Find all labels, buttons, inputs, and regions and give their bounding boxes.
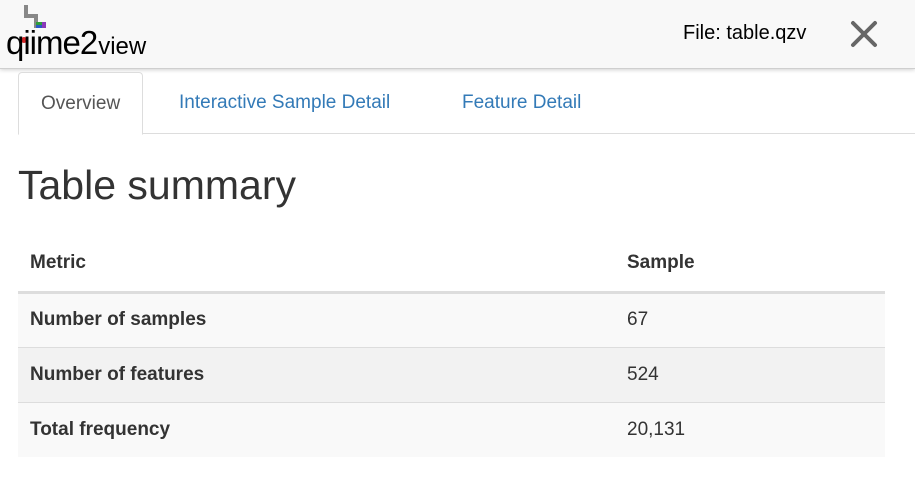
value-cell: 524 xyxy=(615,346,885,402)
tab-feature-detail[interactable]: Feature Detail xyxy=(462,72,581,134)
tab-bar: Overview Interactive Sample Detail Featu… xyxy=(18,72,915,135)
qiime2-view-logo[interactable]: qiime2view xyxy=(6,4,206,64)
table-header-row: Metric Sample xyxy=(18,236,885,294)
tab-overview[interactable]: Overview xyxy=(18,72,144,135)
close-button[interactable] xyxy=(848,18,880,50)
metric-cell: Number of samples xyxy=(18,291,615,347)
logo-view-text: view xyxy=(98,33,147,60)
close-icon xyxy=(851,21,877,47)
tab-interactive-sample-detail[interactable]: Interactive Sample Detail xyxy=(179,72,390,134)
logo-wordmark: qiime2view xyxy=(6,26,146,59)
column-header-metric: Metric xyxy=(18,236,615,294)
column-header-sample: Sample xyxy=(615,236,885,294)
top-header: qiime2view File: table.qzv xyxy=(0,0,915,69)
value-cell: 67 xyxy=(615,291,885,347)
file-name-label: File: table.qzv xyxy=(683,22,807,44)
table-row: Number of samples 67 xyxy=(18,291,885,347)
metric-cell: Number of features xyxy=(18,346,615,402)
page-title: Table summary xyxy=(18,162,296,208)
table-row: Number of features 524 xyxy=(18,346,885,402)
table-row: Total frequency 20,131 xyxy=(18,401,885,457)
metric-cell: Total frequency xyxy=(18,401,615,457)
value-cell: 20,131 xyxy=(615,401,885,457)
logo-main-text: qiime2 xyxy=(6,24,98,61)
summary-table: Metric Sample Number of samples 67 Numbe… xyxy=(18,236,885,457)
